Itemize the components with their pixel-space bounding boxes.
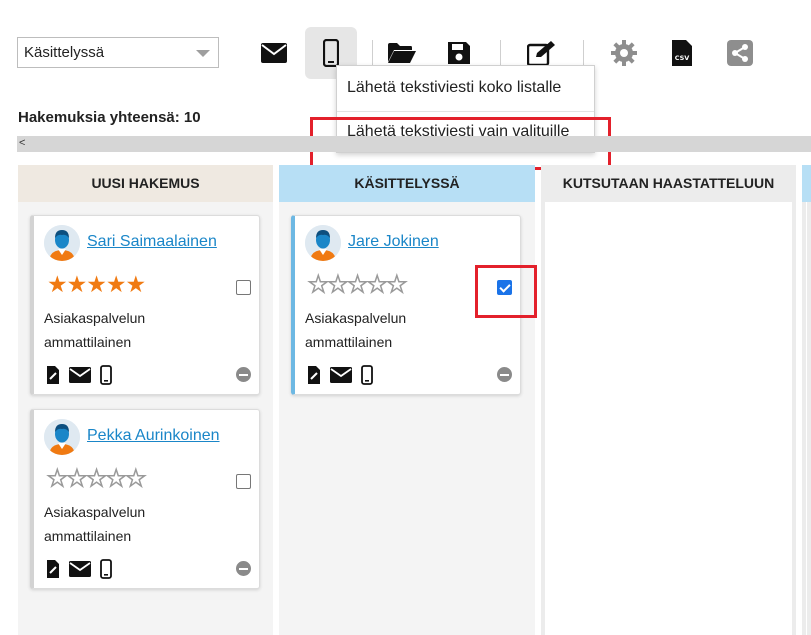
card-actions: [46, 558, 112, 580]
role-line: Asiakaspalvelun: [305, 310, 407, 326]
envelope-icon[interactable]: [330, 367, 352, 383]
rating-star[interactable]: ★: [106, 271, 127, 298]
rating-star[interactable]: ★: [347, 270, 369, 298]
role-line: Asiakaspalvelun: [44, 310, 146, 326]
menu-item-send-sms-all[interactable]: Lähetä tekstiviesti koko listalle: [347, 79, 561, 97]
email-button[interactable]: [248, 27, 300, 79]
applicant-name-link[interactable]: Jare Jokinen: [348, 233, 439, 251]
toolbar-divider: [500, 40, 501, 68]
mobile-icon[interactable]: [361, 365, 373, 385]
rating-star[interactable]: ★: [386, 270, 408, 298]
rating-star[interactable]: ★: [125, 464, 147, 492]
rating-star[interactable]: ★: [366, 270, 388, 298]
edit-icon: [527, 41, 555, 66]
share-button[interactable]: [714, 27, 766, 79]
toolbar-divider: [372, 40, 373, 68]
folder-open-icon: [388, 43, 416, 63]
rating-star[interactable]: ★: [327, 270, 349, 298]
mobile-icon[interactable]: [100, 365, 112, 385]
share-icon: [727, 40, 753, 66]
applicant-name-link[interactable]: Sari Saimaalainen: [87, 233, 217, 251]
file-icon[interactable]: [46, 559, 60, 579]
column-body: [541, 202, 796, 635]
remove-icon[interactable]: [236, 561, 251, 576]
total-count: Hakemuksia yhteensä: 10: [18, 109, 201, 126]
applicant-role: Asiakaspalvelun ammattilainen: [44, 500, 194, 548]
scroll-left-arrow-icon[interactable]: <: [19, 137, 25, 149]
file-icon[interactable]: [307, 365, 321, 385]
status-select[interactable]: Käsittelyssä: [17, 37, 219, 68]
card-actions: [46, 364, 112, 386]
avatar: [305, 225, 341, 261]
svg-text:CSV: CSV: [675, 54, 690, 62]
rating-star[interactable]: ★: [66, 464, 88, 492]
column-title: UUSI HAKEMUS: [18, 165, 273, 202]
rating-stars[interactable]: ★★★★★: [307, 270, 408, 298]
save-icon: [448, 42, 470, 64]
export-csv-button[interactable]: CSV: [656, 27, 708, 79]
remove-icon[interactable]: [497, 367, 512, 382]
column-kutsutaan-haastatteluun: KUTSUTAAN HAASTATTELUUN: [541, 165, 796, 635]
mobile-icon: [323, 39, 339, 67]
column-title: [802, 165, 811, 202]
applicant-card[interactable]: Pekka Aurinkoinen ★★★★★ Asiakaspalvelun amm…: [30, 409, 260, 589]
horizontal-scrollbar[interactable]: <: [17, 136, 811, 152]
rating-star[interactable]: ★: [105, 464, 127, 492]
role-line: Asiakaspalvelun: [44, 504, 146, 520]
rating-stars[interactable]: ★★★★★: [46, 464, 147, 492]
mobile-icon[interactable]: [100, 559, 112, 579]
applicant-name-link[interactable]: Pekka Aurinkoinen: [87, 427, 220, 445]
file-icon[interactable]: [46, 365, 60, 385]
envelope-icon[interactable]: [69, 367, 91, 383]
rating-stars[interactable]: ★★★★★: [47, 271, 147, 298]
rating-star[interactable]: ★: [67, 271, 88, 298]
select-checkbox[interactable]: [236, 280, 251, 295]
applicant-role: Asiakaspalvelun ammattilainen: [305, 306, 455, 354]
rating-star[interactable]: ★: [307, 270, 329, 298]
column-body: [802, 202, 811, 635]
applicant-card[interactable]: Sari Saimaalainen ★★★★★ Asiakaspalvelun amm…: [30, 215, 260, 395]
role-line: ammattilainen: [305, 334, 393, 350]
avatar: [44, 419, 80, 455]
role-line: ammattilainen: [44, 528, 132, 544]
rating-star[interactable]: ★: [86, 271, 107, 298]
select-checkbox[interactable]: [236, 474, 251, 489]
column-title: KÄSITTELYSSÄ: [279, 165, 535, 202]
status-select-value: Käsittelyssä: [24, 44, 105, 61]
settings-button[interactable]: [598, 27, 650, 79]
toolbar-divider: [583, 40, 584, 68]
highlight-box: [475, 265, 537, 318]
rating-star[interactable]: ★: [46, 464, 68, 492]
rating-star[interactable]: ★: [86, 464, 108, 492]
csv-icon: CSV: [672, 40, 692, 66]
envelope-icon[interactable]: [69, 561, 91, 577]
avatar: [44, 225, 80, 261]
role-line: ammattilainen: [44, 334, 132, 350]
card-actions: [307, 364, 373, 386]
applicant-role: Asiakaspalvelun ammattilainen: [44, 306, 194, 354]
menu-divider: [337, 111, 594, 112]
rating-star[interactable]: ★: [47, 271, 68, 298]
gear-icon: [611, 40, 637, 66]
chevron-down-icon: [196, 50, 210, 57]
rating-star[interactable]: ★: [126, 271, 147, 298]
column-next: [802, 165, 811, 635]
envelope-icon: [261, 43, 287, 63]
column-title: KUTSUTAAN HAASTATTELUUN: [541, 165, 796, 202]
remove-icon[interactable]: [236, 367, 251, 382]
